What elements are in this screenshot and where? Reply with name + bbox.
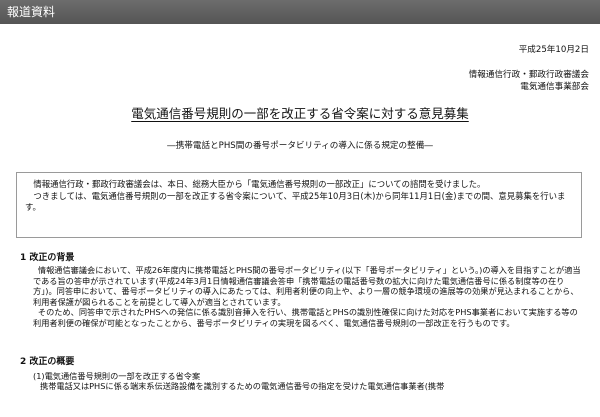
section-heading-overview: 2 改正の概要 — [20, 357, 75, 367]
background-paragraph-2: そのため、同答申で示されたPHSへの発信に係る識別音挿入を行い、携帯電話とPHS… — [33, 307, 578, 328]
page-title-text: 電気通信番号規則の一部を改正する省令案に対する意見募集 — [131, 106, 469, 121]
press-release-page: 報道資料 平成25年10月2日 情報通信行政・郵政行政審議会 電気通信事業部会 … — [0, 0, 600, 417]
section-background-body: 情報通信審議会において、平成26年度内に携帯電話とPHS間の番号ポータビリティ(… — [33, 265, 583, 351]
overview-item-1-text: 携帯電話又はPHSに係る端末系伝送路設備を識別するための電気通信番号の指定を受け… — [40, 381, 445, 391]
issuer-subcommittee: 電気通信事業部会 — [520, 82, 589, 92]
summary-box: 情報通信行政・郵政行政審議会は、本日、総務大臣から「電気通信番号規則の一部改正」… — [16, 172, 582, 238]
page-title: 電気通信番号規則の一部を改正する省令案に対する意見募集 — [0, 106, 600, 122]
summary-paragraph-1: 情報通信行政・郵政行政審議会は、本日、総務大臣から「電気通信番号規則の一部改正」… — [33, 179, 486, 189]
issuer-council: 情報通信行政・郵政行政審議会 — [468, 70, 589, 80]
summary-paragraph-2: つきましては、電気通信番号規則の一部を改正する省令案について、平成25年10月3… — [25, 190, 566, 213]
release-date: 平成25年10月2日 — [518, 45, 589, 55]
header-label: 報道資料 — [7, 5, 56, 19]
section-heading-background: 1 改正の背景 — [20, 253, 75, 263]
overview-item-1: (1)電気通信番号規則の一部を改正する省令案 — [33, 371, 201, 381]
header-bar: 報道資料 — [0, 0, 600, 24]
page-subtitle: ―携帯電話とPHS間の番号ポータビリティの導入に係る規定の整備― — [167, 141, 433, 151]
background-paragraph-1: 情報通信審議会において、平成26年度内に携帯電話とPHS間の番号ポータビリティ(… — [33, 265, 581, 307]
